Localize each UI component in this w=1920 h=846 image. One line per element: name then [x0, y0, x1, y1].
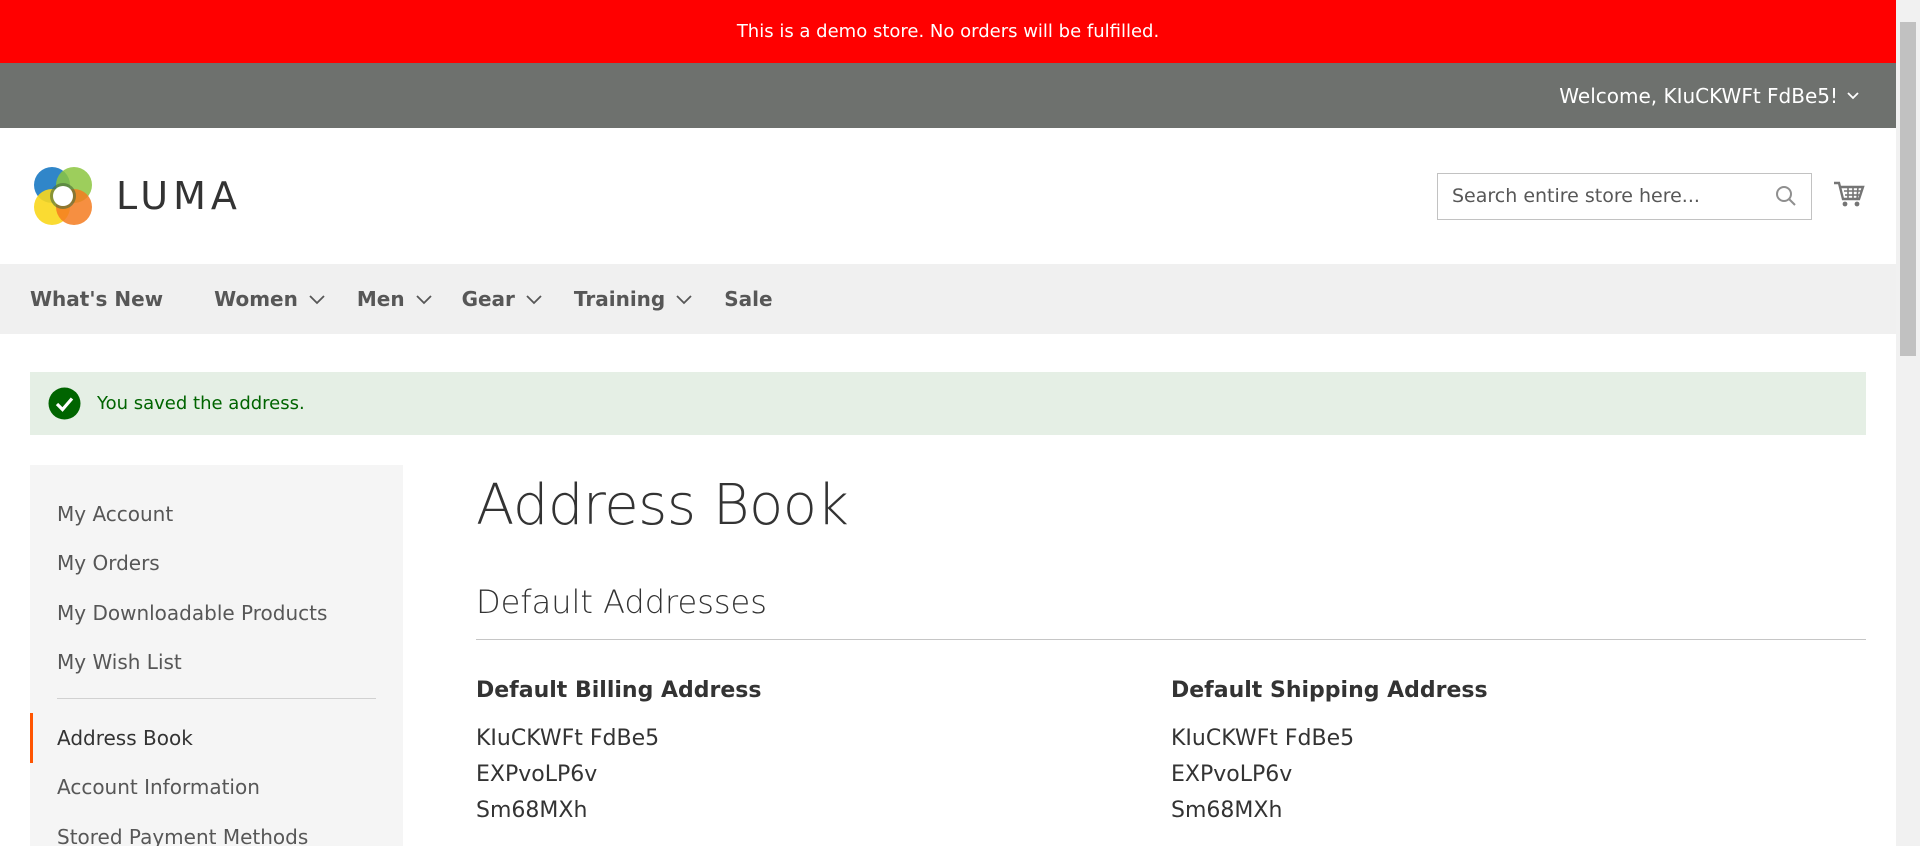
- address-line: KIuCKWFt FdBe5: [1171, 726, 1355, 751]
- sidebar-item-label: Account Information: [57, 775, 260, 800]
- main-navigation: What's New Women Men Gear Training Sale: [0, 264, 1896, 334]
- page-title: Address Book: [476, 473, 849, 538]
- chevron-down-icon: [1847, 91, 1859, 99]
- nav-item-label: Gear: [461, 287, 515, 311]
- sidebar-item-label: Stored Payment Methods: [57, 824, 309, 846]
- nav-item-label: Sale: [724, 287, 773, 311]
- scrollbar-thumb[interactable]: [1900, 22, 1916, 356]
- search-icon[interactable]: [1775, 185, 1797, 207]
- sidebar-divider: [57, 698, 376, 699]
- logo-text: LUMA: [116, 174, 242, 218]
- success-message: You saved the address.: [30, 372, 1866, 435]
- welcome-text: Welcome, KIuCKWFt FdBe5!: [1559, 83, 1838, 108]
- nav-item-label: Training: [573, 287, 666, 311]
- sidebar-item-account-information[interactable]: Account Information: [30, 763, 403, 813]
- billing-address-title: Default Billing Address: [476, 678, 762, 703]
- chevron-down-icon: [526, 295, 542, 305]
- sidebar-item-my-account[interactable]: My Account: [30, 489, 403, 539]
- check-circle-icon: [48, 387, 81, 420]
- section-title: Default Addresses: [476, 583, 1866, 640]
- address-line: EXPvoLP6v: [476, 762, 598, 787]
- vertical-scrollbar[interactable]: [1896, 0, 1920, 846]
- address-line: EXPvoLP6v: [1171, 762, 1293, 787]
- sidebar-item-label: My Downloadable Products: [57, 600, 328, 625]
- chevron-down-icon: [415, 295, 432, 305]
- billing-address-box: Default Billing Address KIuCKWFt FdBe5 E…: [476, 678, 1171, 829]
- default-addresses: Default Billing Address KIuCKWFt FdBe5 E…: [476, 678, 1866, 829]
- sidebar-item-my-orders[interactable]: My Orders: [30, 539, 403, 589]
- nav-item-label: What's New: [30, 287, 164, 311]
- address-line: Sm68MXh: [1171, 798, 1283, 823]
- search-box: [1437, 172, 1812, 220]
- main-content: Address Book Default Addresses Default B…: [476, 465, 1866, 846]
- shipping-address-box: Default Shipping Address KIuCKWFt FdBe5 …: [1171, 678, 1866, 829]
- sidebar-item-wish-list[interactable]: My Wish List: [30, 638, 403, 688]
- shipping-address-title: Default Shipping Address: [1171, 678, 1488, 703]
- minicart-button[interactable]: [1832, 177, 1866, 215]
- site-header: LUMA: [0, 128, 1896, 264]
- sidebar-item-label: Address Book: [57, 725, 193, 750]
- header-right: [1437, 172, 1866, 220]
- sidebar-item-label: My Wish List: [57, 650, 182, 675]
- demo-notice-bar: This is a demo store. No orders will be …: [0, 0, 1896, 63]
- panel-header: Welcome, KIuCKWFt FdBe5!: [0, 63, 1896, 128]
- sidebar-item-label: My Orders: [57, 551, 160, 576]
- success-message-text: You saved the address.: [97, 393, 305, 414]
- shopping-cart-icon: [1834, 181, 1865, 207]
- nav-item-gear[interactable]: Gear: [462, 287, 543, 311]
- nav-item-women[interactable]: Women: [214, 287, 326, 311]
- search-input[interactable]: [1452, 185, 1762, 207]
- address-line: Sm68MXh: [476, 798, 588, 823]
- nav-item-whats-new[interactable]: What's New: [30, 287, 163, 311]
- nav-item-men[interactable]: Men: [357, 287, 433, 311]
- luma-logo-icon: [34, 167, 92, 225]
- address-line: KIuCKWFt FdBe5: [476, 726, 660, 751]
- sidebar-item-address-book[interactable]: Address Book: [30, 713, 403, 763]
- nav-item-label: Women: [214, 287, 298, 311]
- columns: My Account My Orders My Downloadable Pro…: [0, 465, 1896, 846]
- sidebar-item-downloadable-products[interactable]: My Downloadable Products: [30, 588, 403, 638]
- customer-welcome-menu[interactable]: Welcome, KIuCKWFt FdBe5!: [1559, 84, 1860, 108]
- chevron-down-icon: [309, 295, 325, 305]
- account-sidebar: My Account My Orders My Downloadable Pro…: [30, 465, 403, 846]
- page: This is a demo store. No orders will be …: [0, 0, 1896, 846]
- demo-notice-text: This is a demo store. No orders will be …: [736, 21, 1160, 42]
- nav-item-label: Men: [356, 287, 405, 311]
- nav-item-training[interactable]: Training: [574, 287, 693, 311]
- sidebar-item-stored-payment-methods[interactable]: Stored Payment Methods: [30, 812, 403, 846]
- chevron-down-icon: [676, 295, 692, 305]
- sidebar-item-label: My Account: [57, 501, 174, 526]
- logo-link[interactable]: LUMA: [30, 163, 242, 229]
- nav-item-sale[interactable]: Sale: [724, 287, 772, 311]
